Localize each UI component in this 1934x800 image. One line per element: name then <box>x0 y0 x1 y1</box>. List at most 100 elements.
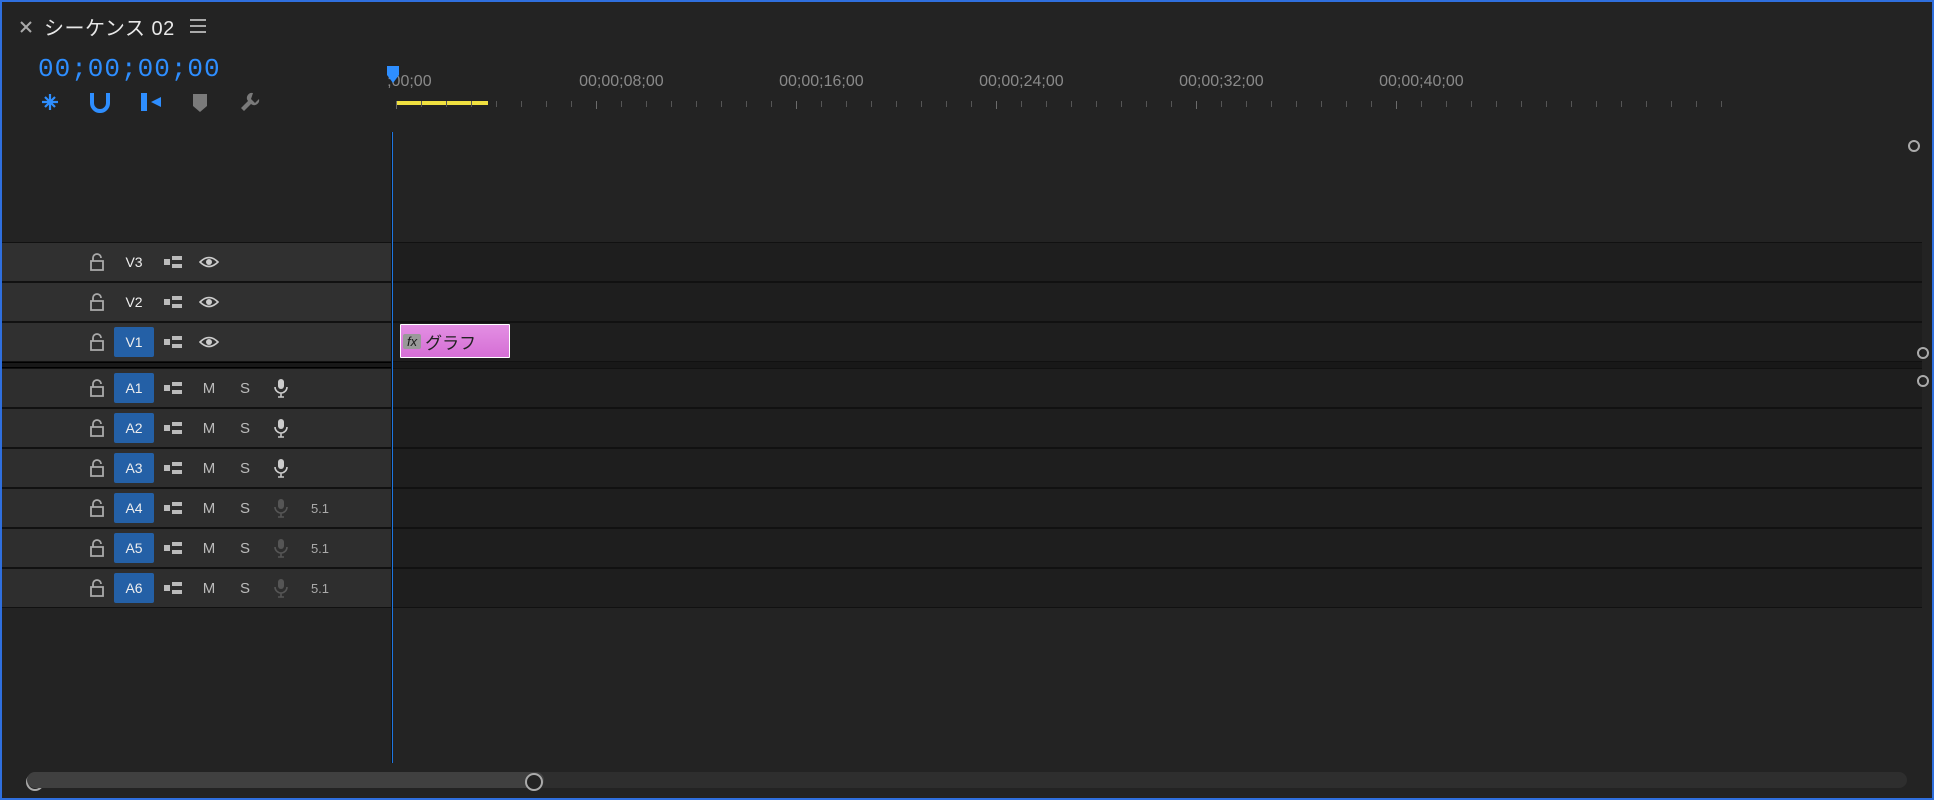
track-target-toggle[interactable]: A2 <box>114 413 154 443</box>
audio-track-header[interactable]: A6 MS 5.1 <box>2 568 391 608</box>
playhead[interactable] <box>386 65 398 83</box>
settings-wrench-icon[interactable] <box>238 90 262 114</box>
insert-overwrite-icon[interactable] <box>38 90 62 114</box>
mute-toggle[interactable]: M <box>192 489 226 527</box>
mute-toggle[interactable]: M <box>192 529 226 567</box>
sync-lock-icon[interactable] <box>156 449 190 487</box>
solo-toggle[interactable]: S <box>228 449 262 487</box>
audio-track-row[interactable] <box>392 488 1922 528</box>
linked-selection-icon[interactable] <box>138 90 162 114</box>
solo-toggle[interactable]: S <box>228 489 262 527</box>
sync-lock-icon[interactable] <box>156 529 190 567</box>
track-target-toggle[interactable]: V2 <box>114 287 154 317</box>
ruler-label: 00;00;32;00 <box>1179 73 1264 91</box>
mute-toggle[interactable]: M <box>192 449 226 487</box>
video-track-header[interactable]: V2 <box>2 282 391 322</box>
voiceover-mic-icon[interactable] <box>264 369 298 407</box>
audio-track-header[interactable]: A3 MS <box>2 448 391 488</box>
sync-lock-icon[interactable] <box>156 569 190 607</box>
video-track-header[interactable]: V3 <box>2 242 391 282</box>
lock-toggle-icon[interactable] <box>82 409 112 447</box>
voiceover-mic-icon[interactable] <box>264 529 298 567</box>
lock-toggle-icon[interactable] <box>82 569 112 607</box>
channel-type-label: 5.1 <box>300 529 340 567</box>
panel-menu-icon[interactable] <box>189 18 207 36</box>
track-target-toggle[interactable]: A3 <box>114 453 154 483</box>
clip-graph[interactable]: fx グラフ <box>400 324 510 358</box>
video-section-handle[interactable] <box>1917 347 1929 359</box>
marker-icon[interactable] <box>188 90 212 114</box>
video-track-row[interactable] <box>392 242 1922 282</box>
lock-toggle-icon[interactable] <box>82 369 112 407</box>
lock-toggle-icon[interactable] <box>82 489 112 527</box>
horizontal-zoom-scroll[interactable] <box>27 772 1907 788</box>
track-target-toggle[interactable]: A6 <box>114 573 154 603</box>
solo-toggle[interactable]: S <box>228 409 262 447</box>
sync-lock-icon[interactable] <box>156 283 190 321</box>
mute-toggle[interactable]: M <box>192 569 226 607</box>
eye-toggle-icon[interactable] <box>192 243 226 281</box>
audio-track-row[interactable] <box>392 368 1922 408</box>
audio-track-row[interactable] <box>392 528 1922 568</box>
track-target-toggle[interactable]: A4 <box>114 493 154 523</box>
timeline-header: 00;00;00;00 <box>2 47 1932 117</box>
track-target-toggle[interactable]: A1 <box>114 373 154 403</box>
sync-lock-icon[interactable] <box>156 409 190 447</box>
solo-toggle[interactable]: S <box>228 569 262 607</box>
track-target-toggle[interactable]: V1 <box>114 327 154 357</box>
video-track-row[interactable] <box>392 282 1922 322</box>
voiceover-mic-icon[interactable] <box>264 449 298 487</box>
sync-lock-icon[interactable] <box>156 243 190 281</box>
lock-toggle-icon[interactable] <box>82 243 112 281</box>
clip-label: グラフ <box>425 329 476 354</box>
audio-track-row[interactable] <box>392 568 1922 608</box>
video-track-header[interactable]: V1 <box>2 322 391 362</box>
ruler-label: 00;00;24;00 <box>979 73 1064 91</box>
fx-badge[interactable]: fx <box>403 334 421 349</box>
tab-bar: シーケンス 02 <box>2 2 1932 47</box>
lock-toggle-icon[interactable] <box>82 283 112 321</box>
lock-toggle-icon[interactable] <box>82 323 112 361</box>
audio-track-header[interactable]: A2 MS <box>2 408 391 448</box>
audio-track-row[interactable] <box>392 448 1922 488</box>
lock-toggle-icon[interactable] <box>82 529 112 567</box>
hscroll-thumb[interactable] <box>27 772 544 788</box>
snap-toggle-icon[interactable] <box>88 90 112 114</box>
timeline-panel: シーケンス 02 00;00;00;00 <box>0 0 1934 800</box>
track-area: V3V2V1 A1MSA2MSA3MSA4MS5.1A5MS5.1A6MS5.1… <box>2 132 1922 763</box>
voiceover-mic-icon[interactable] <box>264 489 298 527</box>
lock-toggle-icon[interactable] <box>82 449 112 487</box>
solo-toggle[interactable]: S <box>228 529 262 567</box>
eye-toggle-icon[interactable] <box>192 283 226 321</box>
track-target-toggle[interactable]: A5 <box>114 533 154 563</box>
audio-section-handle[interactable] <box>1917 375 1929 387</box>
ruler-label: 00;00;40;00 <box>1379 73 1464 91</box>
audio-track-header[interactable]: A5 MS 5.1 <box>2 528 391 568</box>
channel-type-label <box>300 409 340 447</box>
solo-toggle[interactable]: S <box>228 369 262 407</box>
audio-track-header[interactable]: A1 MS <box>2 368 391 408</box>
voiceover-mic-icon[interactable] <box>264 569 298 607</box>
playhead-line[interactable] <box>392 132 393 763</box>
sequence-tab-title[interactable]: シーケンス 02 <box>44 12 175 41</box>
track-headers: V3V2V1 A1MSA2MSA3MSA4MS5.1A5MS5.1A6MS5.1 <box>2 132 392 763</box>
track-content-area[interactable]: fx グラフ <box>392 132 1922 763</box>
mute-toggle[interactable]: M <box>192 369 226 407</box>
audio-track-header[interactable]: A4MS5.1 <box>2 488 391 528</box>
time-ruler[interactable]: ;00;0000;00;08;0000;00;16;0000;00;24;000… <box>392 47 1932 117</box>
vertical-scroll[interactable] <box>1913 137 1929 763</box>
eye-toggle-icon[interactable] <box>192 323 226 361</box>
mute-toggle[interactable]: M <box>192 409 226 447</box>
sync-lock-icon[interactable] <box>156 489 190 527</box>
video-track-row[interactable] <box>392 322 1922 362</box>
sync-lock-icon[interactable] <box>156 323 190 361</box>
current-timecode[interactable]: 00;00;00;00 <box>38 54 372 84</box>
voiceover-mic-icon[interactable] <box>264 409 298 447</box>
channel-type-label <box>300 449 340 487</box>
tab-close-button[interactable] <box>18 19 34 35</box>
channel-type-label <box>300 369 340 407</box>
track-target-toggle[interactable]: V3 <box>114 247 154 277</box>
sync-lock-icon[interactable] <box>156 369 190 407</box>
audio-track-row[interactable] <box>392 408 1922 448</box>
channel-type-label: 5.1 <box>300 569 340 607</box>
